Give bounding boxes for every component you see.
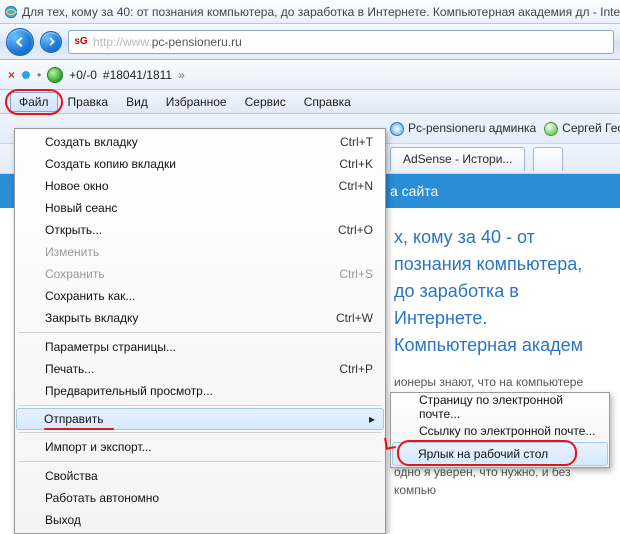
menu-item[interactable]: Свойства xyxy=(17,465,383,487)
menu-file[interactable]: Файл xyxy=(10,92,58,112)
menu-item-shortcut: Ctrl+N xyxy=(339,179,373,193)
page-paragraph: одно я уверен, что нужно, и без компью xyxy=(394,463,602,499)
submenu-item-label: Ссылку по электронной почте... xyxy=(419,424,595,438)
page-nav-text: а сайта xyxy=(390,183,438,199)
navigation-bar: sG http://www. pc-pensioneru.ru xyxy=(0,24,620,60)
menu-item-shortcut: Ctrl+O xyxy=(338,223,373,237)
status-toolbar: × • +0/-0 #18041/1811 » xyxy=(0,60,620,90)
menu-item-label: Работать автономно xyxy=(45,491,159,505)
ie-icon xyxy=(4,5,18,19)
chevron-right-icon[interactable]: » xyxy=(178,68,185,82)
red-mark-annotation xyxy=(384,436,396,450)
menu-item-label: Изменить xyxy=(45,245,99,259)
close-icon[interactable]: × xyxy=(8,68,15,82)
menu-item-label: Создать копию вкладки xyxy=(45,157,176,171)
counter-indicator: #18041/1811 xyxy=(103,68,172,82)
file-menu-dropdown: Создать вкладку Ctrl+T Создать копию вклад… xyxy=(14,128,386,534)
menu-item[interactable]: Закрыть вкладку Ctrl+W xyxy=(17,307,383,329)
menu-item-label: Открыть... xyxy=(45,223,102,237)
forward-button[interactable] xyxy=(40,31,62,53)
menu-item[interactable]: Открыть... Ctrl+O xyxy=(17,219,383,241)
menu-item[interactable]: Новый сеанс xyxy=(17,197,383,219)
submenu-arrow-icon: ▸ xyxy=(369,412,375,426)
url-prefix: http://www. xyxy=(93,35,152,49)
menu-bar: Файл Правка Вид Избранное Сервис Справка xyxy=(0,90,620,114)
menu-item-label: Предварительный просмотр... xyxy=(45,384,213,398)
menu-help[interactable]: Справка xyxy=(296,93,359,111)
menu-item-label: Сохранить xyxy=(45,267,105,281)
menu-item-label: Сохранить как... xyxy=(45,289,135,303)
submenu-item[interactable]: Страницу по электронной почте... xyxy=(393,395,607,419)
menu-item[interactable]: Выход xyxy=(17,509,383,531)
menu-item[interactable]: Создать копию вкладки Ctrl+K xyxy=(17,153,383,175)
menu-separator xyxy=(19,332,381,333)
menu-item-label: Отправить xyxy=(44,412,104,426)
link-admin[interactable]: Pc-pensioneru админка xyxy=(390,121,536,136)
menu-item[interactable]: Параметры страницы... xyxy=(17,336,383,358)
tab-blank[interactable] xyxy=(533,147,563,171)
window-title: Для тех, кому за 40: от познания компьют… xyxy=(22,5,620,19)
bullet-icon: • xyxy=(37,68,41,82)
back-button[interactable] xyxy=(6,28,34,56)
menu-item-shortcut: Ctrl+K xyxy=(339,157,373,171)
menu-item[interactable]: Сохранить как... xyxy=(17,285,383,307)
menu-item[interactable]: Создать вкладку Ctrl+T xyxy=(17,131,383,153)
menu-item[interactable]: Работать автономно xyxy=(17,487,383,509)
submenu-item-label: Страницу по электронной почте... xyxy=(419,393,597,421)
address-bar[interactable]: sG http://www. pc-pensioneru.ru xyxy=(68,30,614,54)
menu-tools[interactable]: Сервис xyxy=(237,93,294,111)
menu-item-label: Печать... xyxy=(45,362,94,376)
menu-item-label: Создать вкладку xyxy=(45,135,138,149)
menu-item-shortcut: Ctrl+P xyxy=(339,362,373,376)
status-dot-icon xyxy=(21,70,31,80)
red-underline-annotation xyxy=(44,428,114,430)
globe-icon xyxy=(47,67,63,83)
page-heading: х, кому за 40 - от познания компьютера, … xyxy=(394,224,602,359)
menu-item-label: Новое окно xyxy=(45,179,109,193)
menu-item[interactable]: Импорт и экспорт... xyxy=(17,436,383,458)
menu-item-label: Свойства xyxy=(45,469,98,483)
menu-item-shortcut: Ctrl+T xyxy=(340,135,373,149)
menu-item[interactable]: Предварительный просмотр... xyxy=(17,380,383,402)
menu-separator xyxy=(19,405,381,406)
menu-item[interactable]: Отправить ▸ xyxy=(16,408,384,430)
submenu-item-label: Ярлык на рабочий стол xyxy=(418,447,548,461)
submenu-item[interactable]: Ссылку по электронной почте... xyxy=(393,419,607,443)
person-icon xyxy=(544,122,558,136)
menu-item-shortcut: Ctrl+S xyxy=(339,267,373,281)
menu-item-label: Новый сеанс xyxy=(45,201,117,215)
menu-item-label: Импорт и экспорт... xyxy=(45,440,152,454)
zoom-indicator: +0/-0 xyxy=(69,68,97,82)
favicon-icon: sG xyxy=(73,34,89,50)
menu-edit[interactable]: Правка xyxy=(60,93,117,111)
send-submenu: Страницу по электронной почте... Ссылку п… xyxy=(390,392,610,468)
menu-view[interactable]: Вид xyxy=(118,93,156,111)
menu-item-label: Параметры страницы... xyxy=(45,340,176,354)
menu-item-label: Закрыть вкладку xyxy=(45,311,138,325)
menu-separator xyxy=(19,432,381,433)
menu-favorites[interactable]: Избранное xyxy=(158,93,235,111)
link-user[interactable]: Сергей Гео xyxy=(544,121,620,136)
window-titlebar: Для тех, кому за 40: от познания компьют… xyxy=(0,0,620,24)
menu-item[interactable]: Новое окно Ctrl+N xyxy=(17,175,383,197)
menu-item: Изменить xyxy=(17,241,383,263)
url-host: pc-pensioneru.ru xyxy=(152,35,242,49)
menu-separator xyxy=(19,461,381,462)
menu-item-shortcut: Ctrl+W xyxy=(336,311,373,325)
menu-item: Сохранить Ctrl+S xyxy=(17,263,383,285)
submenu-item[interactable]: Ярлык на рабочий стол xyxy=(392,442,608,466)
tab-adsense[interactable]: AdSense - Истори... xyxy=(390,147,525,171)
menu-item[interactable]: Печать... Ctrl+P xyxy=(17,358,383,380)
